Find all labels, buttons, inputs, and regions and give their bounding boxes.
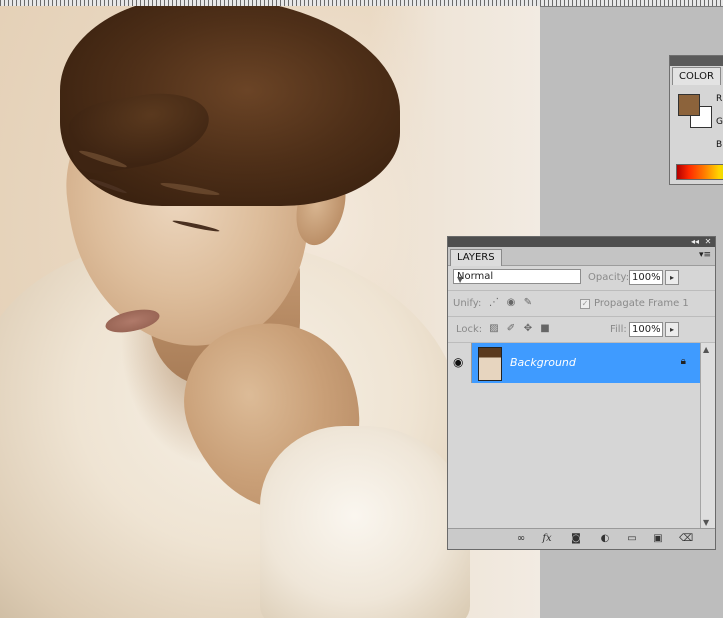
layer-list-scrollbar[interactable]: ▲ ▼ xyxy=(700,343,715,529)
unify-label: Unify: xyxy=(453,298,482,309)
propagate-frame-checkbox[interactable]: ✓ xyxy=(580,299,590,309)
photo-sleeve-cuff xyxy=(260,426,470,618)
channel-label-r: R xyxy=(716,94,723,104)
group-folder-icon[interactable]: ▭ xyxy=(625,532,639,546)
adjustment-icon[interactable]: ◐ xyxy=(598,532,612,546)
foreground-color-swatch[interactable] xyxy=(678,94,700,116)
lock-position-icon[interactable]: ✥ xyxy=(522,323,534,335)
opacity-input[interactable]: 100% xyxy=(629,270,663,285)
layers-tab-row: LAYERS ▾≡ xyxy=(448,247,715,266)
opacity-label: Opacity: xyxy=(588,272,630,283)
propagate-frame-label: Propagate Frame 1 xyxy=(594,298,689,309)
blend-opacity-row: Normal ▼ Opacity: 100% ▸ xyxy=(448,266,715,291)
layer-name[interactable]: Background xyxy=(510,356,576,369)
lock-transparent-pixels-icon[interactable]: ▨ xyxy=(488,323,500,335)
scroll-down-icon[interactable]: ▼ xyxy=(703,518,709,527)
close-panel-button[interactable]: ✕ xyxy=(702,237,714,247)
lock-all-icon[interactable]: ■ xyxy=(539,323,551,335)
channel-label-g: G xyxy=(716,117,723,127)
unify-style-icon[interactable]: ✎ xyxy=(522,297,534,309)
color-panel: COLOR R G B xyxy=(669,55,723,185)
link-icon[interactable]: ∞ xyxy=(514,532,528,546)
chevron-down-icon: ▼ xyxy=(457,275,464,284)
collapse-panel-button[interactable]: ◂◂ xyxy=(689,237,701,247)
fill-slider-button[interactable]: ▸ xyxy=(665,322,679,337)
new-layer-icon[interactable]: ▣ xyxy=(651,532,665,546)
fill-input[interactable]: 100% xyxy=(629,322,663,337)
unify-position-icon[interactable]: ⋰ xyxy=(488,297,500,309)
lock-icon: 🔒︎ xyxy=(680,356,686,367)
layers-panel-titlebar[interactable]: ◂◂ ✕ xyxy=(448,237,715,247)
mask-icon[interactable]: ◙ xyxy=(569,532,583,546)
lock-label: Lock: xyxy=(456,324,483,335)
channel-label-b: B xyxy=(716,140,723,150)
panel-menu-icon[interactable]: ▾≡ xyxy=(699,250,711,260)
unify-row: Unify: ⋰ ◉ ✎ ✓ Propagate Frame 1 xyxy=(448,292,715,317)
tab-color[interactable]: COLOR xyxy=(672,67,721,85)
eye-icon: ◉ xyxy=(453,355,464,369)
layer-row-background[interactable]: ◉ Background 🔒︎ xyxy=(448,343,700,383)
color-spectrum-bar[interactable] xyxy=(676,164,723,180)
fill-label: Fill: xyxy=(610,324,627,335)
layer-visibility-toggle[interactable]: ◉ xyxy=(448,343,472,383)
trash-icon[interactable]: ⌫ xyxy=(679,532,693,546)
blend-mode-select[interactable]: Normal ▼ xyxy=(453,269,581,284)
scroll-up-icon[interactable]: ▲ xyxy=(703,345,709,354)
tab-layers[interactable]: LAYERS xyxy=(450,249,502,266)
unify-visibility-icon[interactable]: ◉ xyxy=(505,297,517,309)
layers-bottom-toolbar: ∞ fx ◙ ◐ ▭ ▣ ⌫ xyxy=(448,528,715,549)
layer-list: ◉ Background 🔒︎ xyxy=(448,343,700,529)
layers-panel: ◂◂ ✕ LAYERS ▾≡ Normal ▼ Opacity: 100% ▸ … xyxy=(447,236,716,550)
color-panel-titlebar[interactable] xyxy=(670,56,723,66)
layer-thumbnail xyxy=(478,347,502,381)
opacity-slider-button[interactable]: ▸ xyxy=(665,270,679,285)
fx-icon[interactable]: fx xyxy=(540,532,554,546)
lock-fill-row: Lock: ▨ ✐ ✥ ■ Fill: 100% ▸ xyxy=(448,318,715,343)
lock-image-pixels-icon[interactable]: ✐ xyxy=(505,323,517,335)
